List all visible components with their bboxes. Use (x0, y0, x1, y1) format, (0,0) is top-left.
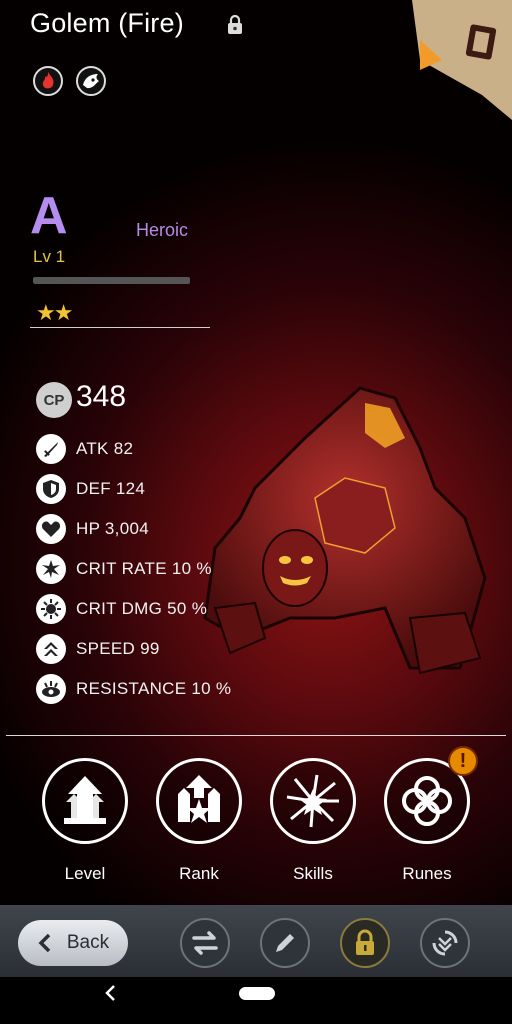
stat-speed: SPEED 99 (36, 634, 160, 664)
crit-dmg-icon (36, 594, 66, 624)
skills-icon[interactable] (270, 758, 356, 844)
chevron-left-icon (38, 933, 51, 953)
edit-button[interactable] (260, 918, 310, 968)
golem-illustration (203, 386, 487, 675)
fire-element-icon[interactable] (33, 66, 63, 96)
nav-back-icon[interactable] (104, 984, 118, 1002)
stat-hp: HP 3,004 (36, 514, 149, 544)
cp-badge: CP (36, 382, 72, 418)
rank-button[interactable]: Rank (154, 758, 244, 884)
rank-up-icon[interactable] (156, 758, 242, 844)
back-label: Back (66, 932, 110, 953)
system-nav-bar (0, 977, 512, 1024)
speed-icon (36, 634, 66, 664)
shield-icon (36, 474, 66, 504)
lock-button[interactable] (340, 918, 390, 968)
back-button[interactable]: Back (18, 920, 128, 966)
nav-home-pill[interactable] (239, 987, 275, 1000)
divider (30, 327, 210, 328)
lock-icon (356, 929, 374, 955)
page-title: Golem (Fire) (30, 8, 184, 38)
lock-icon[interactable] (226, 15, 244, 35)
star-rating: ★★ (36, 300, 73, 325)
runes-alert-badge: ! (448, 746, 478, 776)
runes-button[interactable]: Runes (382, 758, 472, 884)
swap-icon (192, 931, 218, 955)
codex-corner[interactable] (412, 0, 512, 120)
crit-rate-icon (36, 554, 66, 584)
skills-label: Skills (293, 864, 333, 883)
edit-icon (276, 934, 294, 952)
skills-button[interactable]: Skills (268, 758, 358, 884)
level-up-icon[interactable] (42, 758, 128, 844)
heart-icon (36, 514, 66, 544)
swap-button[interactable] (180, 918, 230, 968)
stat-crit-rate: CRIT RATE 10 % (36, 554, 212, 584)
monster-type-icon[interactable] (76, 66, 106, 96)
level-button[interactable]: Level (40, 758, 130, 884)
stat-crit-dmg: CRIT DMG 50 % (36, 594, 207, 624)
rarity-label: Heroic (136, 220, 189, 240)
level-label: Lv 1 (33, 247, 66, 266)
grade-letter: A (30, 187, 68, 245)
codex-book-icon[interactable] (465, 24, 497, 60)
stat-resistance: RESISTANCE 10 % (36, 674, 231, 704)
evolve-icon (432, 930, 458, 956)
runes-label: Runes (402, 864, 452, 883)
cp-value: 348 (76, 380, 127, 413)
stat-atk: ATK 82 (36, 434, 133, 464)
evolve-button[interactable] (420, 918, 470, 968)
resistance-icon (36, 674, 66, 704)
stat-def: DEF 124 (36, 474, 145, 504)
sword-icon (36, 434, 66, 464)
level-label: Level (64, 864, 106, 883)
xp-progress-bar (33, 277, 190, 284)
rank-label: Rank (179, 864, 219, 883)
divider (6, 735, 506, 736)
